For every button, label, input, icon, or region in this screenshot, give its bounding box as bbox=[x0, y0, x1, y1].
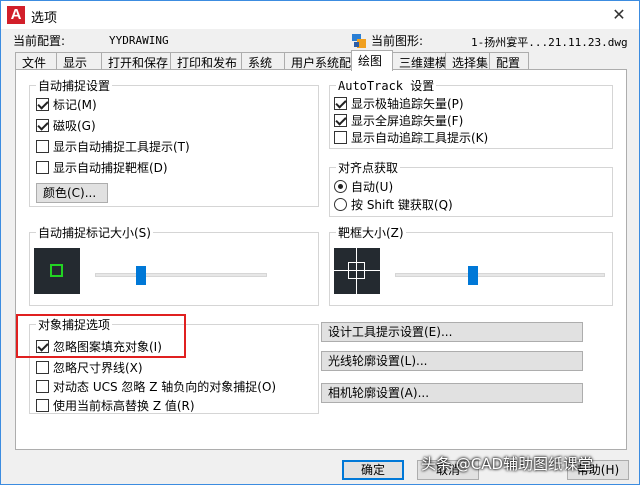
marker-square-icon bbox=[50, 264, 63, 277]
autotrack-settings-group: AutoTrack 设置 显示极轴追踪矢量(P) 显示全屏追踪矢量(F) 显示自… bbox=[329, 77, 613, 149]
ignore-negative-z-label: 对动态 UCS 忽略 Z 轴负向的对象捕捉(O) bbox=[53, 379, 277, 394]
autotrack-tooltip-label: 显示自动追踪工具提示(K) bbox=[351, 130, 489, 145]
lights-glyph-settings-button[interactable]: 光线轮廓设置(L)... bbox=[321, 351, 583, 371]
drafting-panel: 自动捕捉设置 标记(M) 磁吸(G) 显示自动捕捉工具提示(T) 显示自动捕捉靶… bbox=[15, 69, 627, 450]
tab-files[interactable]: 文件 bbox=[15, 52, 57, 70]
aperture-size-slider-track bbox=[395, 273, 605, 277]
aperture-size-title: 靶框大小(Z) bbox=[336, 224, 406, 241]
marker-label: 标记(M) bbox=[53, 97, 97, 112]
fullscreen-vector-checkbox-row[interactable]: 显示全屏追踪矢量(F) bbox=[334, 112, 463, 128]
magnet-checkbox[interactable] bbox=[36, 118, 49, 132]
tab-profiles[interactable]: 配置 bbox=[489, 52, 529, 70]
autotrack-settings-title: AutoTrack 设置 bbox=[336, 77, 437, 94]
alignment-acquisition-group: 对齐点获取 自动(U) 按 Shift 键获取(Q) bbox=[329, 159, 613, 217]
drawing-value: 1-扬州宴平...21.11.23.dwg bbox=[471, 36, 628, 49]
tab-plot-publish[interactable]: 打印和发布 bbox=[170, 52, 242, 70]
acquire-automatic-radio[interactable] bbox=[334, 179, 347, 193]
tab-display[interactable]: 显示 bbox=[56, 52, 102, 70]
polar-vector-checkbox-row[interactable]: 显示极轴追踪矢量(P) bbox=[334, 95, 464, 111]
tab-3d-modeling[interactable]: 三维建模 bbox=[392, 52, 447, 70]
aperture-preview bbox=[334, 248, 380, 294]
acquire-shift-radio[interactable] bbox=[334, 197, 347, 211]
watermark-text: 头条 @CAD辅助图纸课堂 bbox=[421, 455, 594, 473]
fullscreen-vector-checkbox[interactable] bbox=[334, 113, 347, 127]
ignore-negative-z-checkbox[interactable] bbox=[36, 379, 49, 393]
drawing-label: 当前图形: bbox=[371, 34, 424, 48]
title-bar: A 选项 ✕ bbox=[1, 1, 639, 29]
autosnap-settings-title: 自动捕捉设置 bbox=[36, 77, 113, 94]
acquire-automatic-label: 自动(U) bbox=[351, 179, 394, 194]
magnet-label: 磁吸(G) bbox=[53, 118, 96, 133]
marker-checkbox-row[interactable]: 标记(M) bbox=[36, 96, 97, 112]
marker-size-slider-thumb[interactable] bbox=[136, 266, 147, 285]
marker-checkbox[interactable] bbox=[36, 97, 49, 111]
aperture-size-slider-thumb[interactable] bbox=[467, 266, 478, 285]
marker-preview bbox=[34, 248, 80, 294]
autocad-logo-icon: A bbox=[7, 6, 25, 24]
autotrack-tooltip-checkbox[interactable] bbox=[334, 130, 347, 144]
drawing-icon bbox=[351, 33, 367, 51]
ok-button[interactable]: 确定 bbox=[342, 460, 404, 480]
autosnap-tooltip-label: 显示自动捕捉工具提示(T) bbox=[53, 139, 190, 154]
autosnap-tooltip-checkbox[interactable] bbox=[36, 139, 49, 153]
alignment-acquisition-title: 对齐点获取 bbox=[336, 159, 401, 176]
aperture-size-group: 靶框大小(Z) bbox=[329, 224, 613, 306]
cameras-glyph-settings-button[interactable]: 相机轮廓设置(A)... bbox=[321, 383, 583, 403]
tab-system[interactable]: 系统 bbox=[241, 52, 285, 70]
autosnap-settings-group: 自动捕捉设置 标记(M) 磁吸(G) 显示自动捕捉工具提示(T) 显示自动捕捉靶… bbox=[29, 77, 319, 207]
replace-z-label: 使用当前标高替换 Z 值(R) bbox=[53, 398, 195, 413]
replace-z-checkbox-row[interactable]: 使用当前标高替换 Z 值(R) bbox=[36, 397, 195, 413]
annotation-highlight-box bbox=[16, 314, 186, 358]
polar-vector-checkbox[interactable] bbox=[334, 96, 347, 110]
ignore-dimension-label: 忽略尺寸界线(X) bbox=[53, 360, 143, 375]
ignore-dimension-checkbox[interactable] bbox=[36, 360, 49, 374]
acquire-automatic-radio-row[interactable]: 自动(U) bbox=[334, 178, 393, 194]
ignore-negative-z-checkbox-row[interactable]: 对动态 UCS 忽略 Z 轴负向的对象捕捉(O) bbox=[36, 378, 276, 394]
aperture-box-icon bbox=[348, 262, 365, 279]
autotrack-tooltip-checkbox-row[interactable]: 显示自动追踪工具提示(K) bbox=[334, 129, 488, 145]
aperture-box-checkbox[interactable] bbox=[36, 160, 49, 174]
profile-label: 当前配置: bbox=[13, 34, 66, 48]
options-dialog: A 选项 ✕ 当前配置: YYDRAWING 当前图形: 1-扬州宴平...21… bbox=[0, 0, 640, 485]
aperture-box-label: 显示自动捕捉靶框(D) bbox=[53, 160, 168, 175]
design-tooltip-settings-button[interactable]: 设计工具提示设置(E)... bbox=[321, 322, 583, 342]
magnet-checkbox-row[interactable]: 磁吸(G) bbox=[36, 117, 96, 133]
colors-button[interactable]: 颜色(C)... bbox=[36, 183, 108, 203]
replace-z-checkbox[interactable] bbox=[36, 398, 49, 412]
polar-vector-label: 显示极轴追踪矢量(P) bbox=[351, 96, 464, 111]
tab-drafting[interactable]: 绘图 bbox=[351, 50, 393, 71]
ignore-dimension-checkbox-row[interactable]: 忽略尺寸界线(X) bbox=[36, 359, 143, 375]
marker-size-slider-track bbox=[95, 273, 267, 277]
acquire-shift-label: 按 Shift 键获取(Q) bbox=[351, 197, 453, 212]
marker-size-title: 自动捕捉标记大小(S) bbox=[36, 224, 153, 241]
fullscreen-vector-label: 显示全屏追踪矢量(F) bbox=[351, 113, 464, 128]
tab-user-preferences[interactable]: 用户系统配置 bbox=[284, 52, 363, 70]
acquire-shift-radio-row[interactable]: 按 Shift 键获取(Q) bbox=[334, 196, 453, 212]
window-title: 选项 bbox=[31, 11, 58, 26]
autosnap-tooltip-checkbox-row[interactable]: 显示自动捕捉工具提示(T) bbox=[36, 138, 190, 154]
close-icon[interactable]: ✕ bbox=[607, 3, 631, 27]
aperture-box-checkbox-row[interactable]: 显示自动捕捉靶框(D) bbox=[36, 159, 168, 175]
profile-value: YYDRAWING bbox=[109, 34, 169, 47]
marker-size-group: 自动捕捉标记大小(S) bbox=[29, 224, 319, 306]
tab-selection[interactable]: 选择集 bbox=[445, 52, 490, 70]
tab-open-save[interactable]: 打开和保存 bbox=[101, 52, 171, 70]
